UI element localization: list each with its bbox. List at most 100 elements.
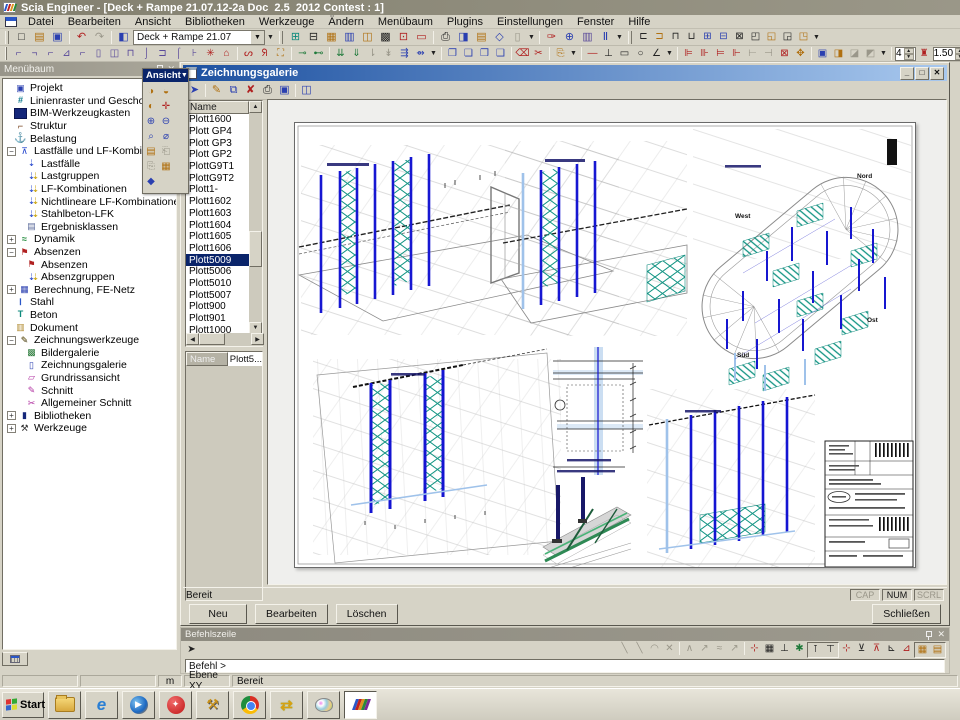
collapse-box-icon[interactable]: − (7, 147, 16, 156)
member-tool-5[interactable]: ⌐ (75, 46, 90, 61)
taskbar-app-red-button[interactable]: ✦ (159, 691, 192, 719)
menu-bearbeiten[interactable]: Bearbeiten (61, 16, 128, 28)
project-combobox[interactable]: Deck + Rampe 21.07 ▼ (133, 30, 265, 45)
taskbar-ie-button[interactable]: e (85, 691, 118, 719)
tree-label[interactable]: Beton (30, 309, 57, 321)
next-view-button[interactable]: ⎘ (144, 159, 158, 173)
ansicht-floating-toolbar[interactable]: Ansicht ▼ ◑ ◒ ◐ ✛ ⊕ ⊖ ⌕ ⌀ ▤ ⎗ ⎘ ▦ ◆ (142, 68, 189, 194)
tree-label[interactable]: Projekt (30, 82, 63, 94)
window-d-button[interactable]: ◱ (764, 30, 779, 45)
snap-cancel-icon[interactable]: ✕ (662, 642, 677, 656)
dropdown-arrow-icon[interactable]: ▼ (812, 30, 821, 45)
tree-item-ergebnisklassen[interactable]: Ergebnisklassen (3, 221, 176, 234)
table-results-button[interactable]: ▥ (579, 30, 596, 45)
mdi-document-icon[interactable] (5, 17, 17, 27)
window-e-button[interactable]: ◲ (780, 30, 795, 45)
activity-spinner[interactable]: 4 ▲▼ (895, 47, 916, 61)
member-tool-4[interactable]: ⊿ (59, 46, 74, 61)
tree-label[interactable]: Lastgruppen (41, 170, 99, 182)
tree-label[interactable]: Dokument (30, 322, 78, 334)
bind-button[interactable]: ✑ (543, 30, 560, 45)
beam-tool-3[interactable]: ⊨ (713, 46, 728, 61)
view-window-4[interactable]: ❑ (493, 46, 508, 61)
snap-mid-icon[interactable]: ⊼ (869, 642, 884, 656)
menu-einstellungen[interactable]: Einstellungen (490, 16, 570, 28)
tree-label[interactable]: Absenzen (41, 259, 88, 271)
stored-view-button[interactable]: ▦ (159, 159, 173, 173)
scrollbar-thumb[interactable] (199, 333, 225, 345)
tree-item-zeichnungsgalerie[interactable]: Zeichnungsgalerie (3, 359, 176, 372)
plot-list-item[interactable]: Plott1603 (186, 208, 249, 220)
plot-list-item[interactable]: Plott GP4 (186, 126, 249, 138)
plot-list-item[interactable]: Plott900 (186, 301, 249, 313)
menu-werkzeuge[interactable]: Werkzeuge (252, 16, 321, 28)
zoom-out-button[interactable]: ⊖ (159, 114, 173, 128)
beam-tool-1[interactable]: ⊫ (681, 46, 696, 61)
tree-item-schnitt[interactable]: Schnitt (3, 384, 176, 397)
raster-button[interactable]: ▩ (377, 30, 394, 45)
tree-label[interactable]: Grundrissansicht (41, 372, 120, 384)
beam-tool-7[interactable]: ⊠ (777, 46, 792, 61)
snap-point-icon[interactable]: ⊹ (747, 642, 762, 656)
doc-gray-button[interactable]: ▯ (509, 30, 526, 45)
clip-tool-1[interactable]: ◪ (847, 46, 862, 61)
tree-item-nichtlineare-lfk[interactable]: Nichtlineare LF-Kombinationen (3, 195, 176, 208)
plot-list-item[interactable]: Plott1600 (186, 114, 249, 126)
zoom-in-button[interactable]: ⊕ (144, 114, 158, 128)
print-button[interactable]: ⎙ (437, 30, 454, 45)
frame-button[interactable]: ⊡ (395, 30, 412, 45)
window-b-button[interactable]: ⊠ (732, 30, 747, 45)
hatch-tool[interactable]: ⛶ (273, 46, 288, 61)
load-tool-1[interactable]: ⇊ (333, 46, 348, 61)
status-unit[interactable]: m (158, 675, 182, 687)
menu-aendern[interactable]: Ändern (321, 16, 370, 28)
beam-tool-4[interactable]: ⊩ (729, 46, 744, 61)
tree-item-berechnung[interactable]: +Berechnung, FE-Netz (3, 284, 176, 297)
preview-plot-button[interactable]: ◫ (298, 83, 315, 98)
sidebar-tab[interactable] (2, 652, 28, 666)
load-tool-3[interactable]: ⇂ (365, 46, 380, 61)
menu-hilfe[interactable]: Hilfe (621, 16, 657, 28)
view-3d-button[interactable]: ◆ (144, 174, 158, 188)
window-cascade-button[interactable]: ⊐ (652, 30, 667, 45)
drawing-page[interactable]: Nord West Ost Süd (294, 122, 916, 568)
tree-item-beton[interactable]: Beton (3, 309, 176, 322)
open-file-button[interactable]: ▤ (31, 30, 48, 45)
tree-label[interactable]: Nichtlineare LF-Kombinationen (41, 196, 177, 208)
frame2-button[interactable]: ▭ (413, 30, 430, 45)
dropdown-arrow-icon[interactable]: ▼ (569, 46, 578, 61)
scrollbar-thumb[interactable] (249, 231, 262, 267)
menu-bibliotheken[interactable]: Bibliotheken (178, 16, 252, 28)
view-y-button[interactable]: ◒ (159, 84, 173, 98)
menu-ansicht[interactable]: Ansicht (128, 16, 178, 28)
tree-item-absenzgruppen[interactable]: Absenzgruppen (3, 271, 176, 284)
zoom-doc-button[interactable]: ⊕ (561, 30, 578, 45)
snap-intersect-icon[interactable]: ⊻ (854, 642, 869, 656)
command-panel-header[interactable]: Befehlszeile ✕ (181, 628, 949, 641)
tree-item-grundrissansicht[interactable]: Grundrissansicht (3, 372, 176, 385)
beam-tool-6[interactable]: ⊣ (761, 46, 776, 61)
member-tool-6[interactable]: ▯ (91, 46, 106, 61)
window-f-button[interactable]: ◳ (796, 30, 811, 45)
tree-label[interactable]: Werkzeuge (34, 422, 87, 434)
window-a-button[interactable]: ⊟ (716, 30, 731, 45)
snap-tangent-icon[interactable]: ⊿ (899, 642, 914, 656)
window-layout-button[interactable]: ◧ (115, 30, 132, 45)
drawing-preview-area[interactable]: Nord West Ost Süd (267, 99, 947, 585)
neu-button[interactable]: Neu (189, 604, 247, 624)
toolbar-grip[interactable] (5, 31, 9, 44)
tree-label[interactable]: Ergebnisklassen (41, 221, 118, 233)
plot-list-vertical-scrollbar[interactable]: ▲ ▼ (249, 101, 262, 334)
tree-item-absenzen[interactable]: Absenzen (3, 258, 176, 271)
export-plot-button[interactable]: ▣ (276, 83, 293, 98)
plot-list-header[interactable]: Name (186, 101, 249, 114)
move-tool[interactable]: ✥ (793, 46, 808, 61)
plot-list-item-selected[interactable]: Plott5009 (186, 254, 249, 266)
plot-list-item[interactable]: PlottG9T1 (186, 161, 249, 173)
tree-label[interactable]: BIM-Werkzeugkasten (30, 107, 130, 119)
save-button[interactable]: ▣ (49, 30, 66, 45)
snap-line2-icon[interactable]: ╲ (632, 642, 647, 656)
node-tool-2[interactable]: ⊷ (311, 46, 326, 61)
window-tile-button[interactable]: ⊏ (636, 30, 651, 45)
tree-label[interactable]: Absenzen (34, 246, 81, 258)
